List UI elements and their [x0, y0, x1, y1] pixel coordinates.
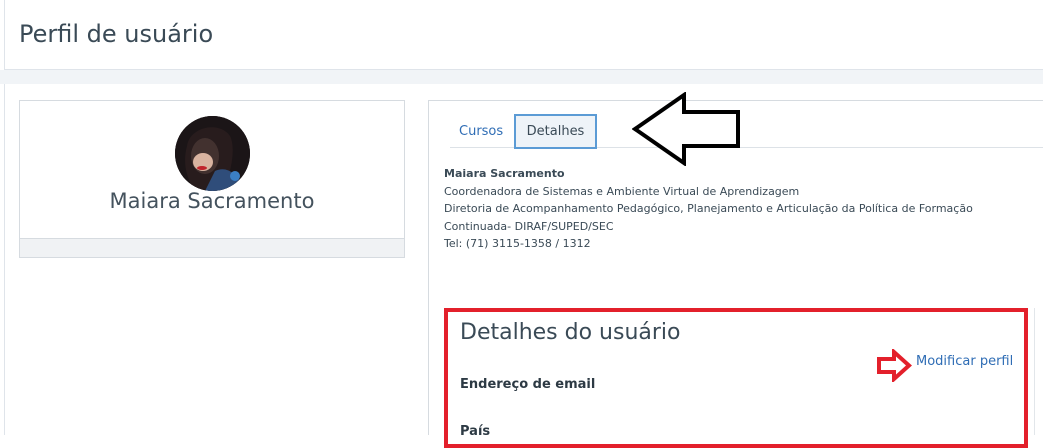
tab-detalhes[interactable]: Detalhes [514, 114, 597, 149]
tab-cursos[interactable]: Cursos [459, 124, 503, 139]
bio-line: Diretoria de Acompanhamento Pedagógico, … [444, 202, 973, 215]
profile-card-footer [20, 238, 404, 257]
panel-edge [1034, 308, 1035, 435]
user-description: Maiara Sacramento Coordenadora de Sistem… [444, 165, 973, 253]
header-divider [0, 70, 1043, 84]
avatar[interactable] [175, 116, 250, 191]
profile-card: Maiara Sacramento [19, 100, 405, 258]
page-title: Perfil de usuário [19, 20, 214, 48]
edit-profile-link[interactable]: Modificar perfil [916, 354, 1013, 369]
bio-line: Continuada- DIRAF/SUPED/SEC [444, 219, 614, 233]
user-details-heading: Detalhes do usuário [460, 320, 681, 345]
country-label: País [460, 424, 491, 439]
email-label: Endereço de email [460, 377, 596, 392]
bio-line: Coordenadora de Sistemas e Ambiente Virt… [444, 184, 800, 198]
profile-name: Maiara Sacramento [109, 189, 315, 213]
right-arrow-outline-icon [877, 349, 912, 382]
left-arrow-outline-icon [632, 92, 740, 166]
bio-line: Tel: (71) 3115-1358 / 1312 [444, 237, 591, 250]
bio-name: Maiara Sacramento [444, 167, 565, 180]
avatar-photo [175, 116, 250, 191]
